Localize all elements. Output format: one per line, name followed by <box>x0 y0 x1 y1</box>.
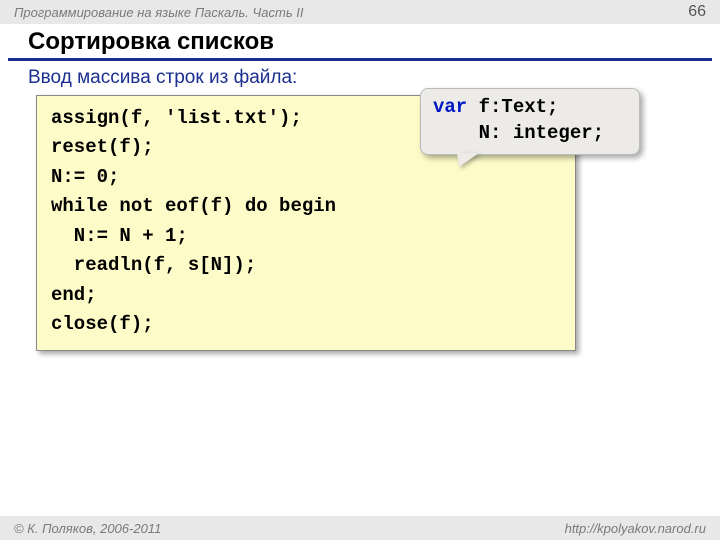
code-line: end; <box>51 284 97 306</box>
page-number: 66 <box>688 3 706 21</box>
var-callout: var f:Text; N: integer; <box>420 88 640 155</box>
page-title: Сортировка списков <box>0 24 720 58</box>
code-line: reset(f); <box>51 136 154 158</box>
code-line: close(f); <box>51 313 154 335</box>
code-line: N:= N + 1; <box>51 225 188 247</box>
callout-line1: f:Text; <box>467 96 558 118</box>
code-line: N:= 0; <box>51 166 119 188</box>
footer-url: http://kpolyakov.narod.ru <box>565 521 706 536</box>
copyright-text: © К. Поляков, 2006-2011 <box>14 521 161 536</box>
course-name: Программирование на языке Паскаль. Часть… <box>14 5 304 20</box>
code-line: assign(f, 'list.txt'); <box>51 107 302 129</box>
title-divider <box>8 58 712 61</box>
callout-tail <box>457 153 479 167</box>
callout-line2: N: integer; <box>433 122 604 144</box>
header-bar: Программирование на языке Паскаль. Часть… <box>0 0 720 24</box>
keyword-var: var <box>433 96 467 118</box>
footer-bar: © К. Поляков, 2006-2011 http://kpolyakov… <box>0 516 720 540</box>
code-line: while not eof(f) do begin <box>51 195 336 217</box>
code-line: readln(f, s[N]); <box>51 254 256 276</box>
